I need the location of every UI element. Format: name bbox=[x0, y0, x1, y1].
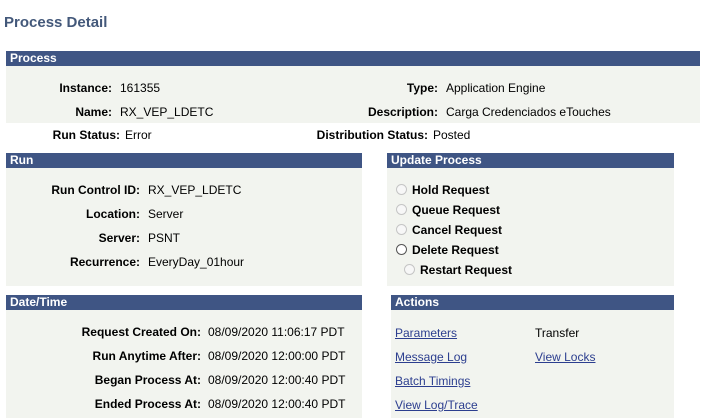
queue-request-label: Queue Request bbox=[412, 203, 501, 217]
parameters-link[interactable]: Parameters bbox=[395, 326, 457, 340]
location-value: Server bbox=[148, 207, 184, 221]
ended-process-value: 08/09/2020 12:00:40 PDT bbox=[208, 397, 346, 411]
view-locks-link[interactable]: View Locks bbox=[535, 350, 595, 364]
recurrence-label: Recurrence: bbox=[69, 255, 140, 269]
distribution-status-label: Distribution Status: bbox=[316, 128, 428, 142]
delete-request-label[interactable]: Delete Request bbox=[412, 243, 499, 257]
run-anytime-after-value: 08/09/2020 12:00:00 PDT bbox=[208, 349, 346, 363]
server-value: PSNT bbox=[148, 231, 181, 245]
type-label: Type: bbox=[406, 81, 438, 95]
datetime-section-header: Date/Time bbox=[6, 295, 362, 310]
description-value: Carga Credenciados eTouches bbox=[446, 105, 611, 119]
began-process-label: Began Process At: bbox=[94, 373, 201, 387]
type-value: Application Engine bbox=[446, 81, 546, 95]
transfer-label: Transfer bbox=[535, 326, 580, 340]
message-log-link[interactable]: Message Log bbox=[395, 350, 467, 364]
run-section-header: Run bbox=[6, 153, 362, 168]
view-log-trace-link[interactable]: View Log/Trace bbox=[395, 398, 478, 412]
cancel-request-label: Cancel Request bbox=[412, 223, 503, 237]
update-process-section-header: Update Process bbox=[387, 153, 674, 168]
page-title: Process Detail bbox=[4, 14, 108, 31]
instance-value: 161355 bbox=[120, 81, 161, 95]
restart-request-label: Restart Request bbox=[420, 263, 513, 277]
process-section-header: Process bbox=[6, 51, 700, 66]
name-label: Name: bbox=[75, 105, 112, 119]
run-control-id-label: Run Control ID: bbox=[51, 183, 140, 197]
actions-section-header: Actions bbox=[391, 295, 674, 310]
run-status-value: Error bbox=[125, 128, 152, 142]
request-created-label: Request Created On: bbox=[81, 325, 201, 339]
distribution-status-value: Posted bbox=[433, 128, 471, 142]
description-label: Description: bbox=[367, 105, 438, 119]
batch-timings-link[interactable]: Batch Timings bbox=[395, 374, 470, 388]
cancel-request-radio bbox=[396, 224, 407, 235]
hold-request-label: Hold Request bbox=[412, 183, 490, 197]
request-created-value: 08/09/2020 11:06:17 PDT bbox=[208, 325, 345, 339]
recurrence-value: EveryDay_01hour bbox=[148, 255, 245, 269]
name-value: RX_VEP_LDETC bbox=[120, 105, 214, 119]
instance-label: Instance: bbox=[59, 81, 112, 95]
restart-request-radio bbox=[404, 264, 415, 275]
began-process-value: 08/09/2020 12:00:40 PDT bbox=[208, 373, 346, 387]
server-label: Server: bbox=[98, 231, 140, 245]
run-anytime-after-label: Run Anytime After: bbox=[92, 349, 201, 363]
hold-request-radio bbox=[396, 184, 407, 195]
queue-request-radio bbox=[396, 204, 407, 215]
run-control-id-value: RX_VEP_LDETC bbox=[148, 183, 242, 197]
ended-process-label: Ended Process At: bbox=[94, 397, 201, 411]
location-label: Location: bbox=[86, 207, 140, 221]
delete-request-radio[interactable] bbox=[396, 244, 407, 255]
run-status-label: Run Status: bbox=[52, 128, 120, 142]
